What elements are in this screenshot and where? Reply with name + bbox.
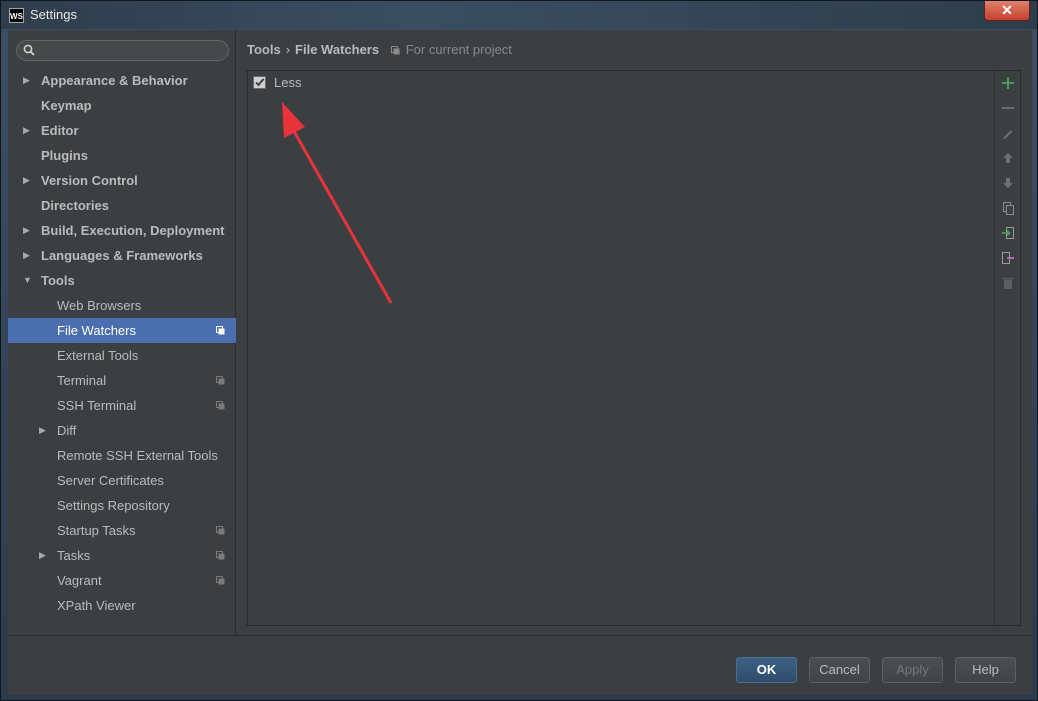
search-icon — [23, 44, 35, 56]
window-close-button[interactable]: ✕ — [984, 1, 1030, 21]
tree-item-startup-tasks[interactable]: Startup Tasks — [8, 518, 236, 543]
breadcrumb-file-watchers: File Watchers — [295, 42, 380, 57]
collapsed-arrow-icon[interactable]: ▶ — [23, 243, 33, 268]
tree-item-label: Terminal — [57, 373, 107, 388]
remove-icon[interactable] — [1000, 100, 1016, 116]
tree-item-label: Tasks — [57, 548, 91, 563]
collapsed-arrow-icon[interactable]: ▶ — [23, 218, 33, 243]
tree-item-editor[interactable]: ▶ Editor — [8, 118, 236, 143]
expanded-arrow-icon[interactable]: ▼ — [23, 268, 33, 293]
settings-search-input[interactable] — [16, 40, 229, 61]
add-icon[interactable] — [1000, 75, 1016, 91]
collapsed-arrow-icon[interactable]: ▶ — [39, 418, 49, 443]
move-up-icon[interactable] — [1000, 150, 1016, 166]
tree-item-label: Directories — [41, 198, 109, 213]
copy-icon[interactable] — [1000, 200, 1016, 216]
settings-window: WS Settings ✕ ▶ Appearance & Behavior Keym… — [0, 0, 1038, 701]
tree-item-label: Vagrant — [57, 573, 102, 588]
import-icon[interactable] — [1000, 225, 1016, 241]
project-level-icon — [216, 551, 225, 560]
tree-item-appearance-behavior[interactable]: ▶ Appearance & Behavior — [8, 68, 236, 93]
ok-button[interactable]: OK — [736, 657, 797, 683]
edit-icon[interactable] — [1000, 125, 1016, 141]
settings-sidebar: ▶ Appearance & Behavior Keymap ▶ Editor Plugi… — [8, 30, 236, 635]
tree-item-tasks[interactable]: ▶ Tasks — [8, 543, 236, 568]
tree-item-label: Remote SSH External Tools — [57, 448, 218, 463]
tree-item-label: Languages & Frameworks — [41, 248, 203, 263]
collapsed-arrow-icon[interactable]: ▶ — [39, 543, 49, 568]
project-level-icon — [216, 401, 225, 410]
tree-item-label: Tools — [41, 273, 75, 288]
title-bar[interactable]: WS Settings ✕ — [1, 1, 1037, 29]
watcher-name: Less — [274, 75, 302, 90]
project-level-icon — [216, 376, 225, 385]
collapsed-arrow-icon[interactable]: ▶ — [23, 168, 33, 193]
tree-item-label: XPath Viewer — [57, 598, 136, 613]
cancel-button[interactable]: Cancel — [809, 657, 870, 683]
tree-item-tools[interactable]: ▼ Tools — [8, 268, 236, 293]
tree-item-external-tools[interactable]: External Tools — [8, 343, 236, 368]
collapsed-arrow-icon[interactable]: ▶ — [23, 68, 33, 93]
export-icon[interactable] — [1000, 250, 1016, 266]
tree-item-server-certificates[interactable]: Server Certificates — [8, 468, 236, 493]
tree-item-plugins[interactable]: Plugins — [8, 143, 236, 168]
project-level-icon — [216, 526, 225, 535]
tree-item-settings-repository[interactable]: Settings Repository — [8, 493, 236, 518]
project-level-icon — [216, 576, 225, 585]
tree-item-label: Startup Tasks — [57, 523, 136, 538]
settings-tree: ▶ Appearance & Behavior Keymap ▶ Editor Plugi… — [8, 68, 236, 618]
tree-item-label: File Watchers — [57, 323, 136, 338]
watcher-enabled-checkbox[interactable] — [253, 76, 266, 89]
tree-item-directories[interactable]: Directories — [8, 193, 236, 218]
breadcrumb-tools: Tools — [247, 42, 281, 57]
apply-button[interactable]: Apply — [882, 657, 943, 683]
help-button[interactable]: Help — [955, 657, 1016, 683]
tree-item-build-execution-deployment[interactable]: ▶ Build, Execution, Deployment — [8, 218, 236, 243]
tree-item-terminal[interactable]: Terminal — [8, 368, 236, 393]
project-level-icon — [216, 326, 225, 335]
tree-item-label: Editor — [41, 123, 79, 138]
tree-item-keymap[interactable]: Keymap — [8, 93, 236, 118]
dialog-footer: OK Cancel Apply Help — [8, 635, 1032, 695]
file-watchers-panel: Less — [247, 70, 1021, 626]
breadcrumb: Tools › File Watchers For current project — [247, 42, 512, 60]
trash-icon[interactable] — [1000, 275, 1016, 291]
tree-item-label: Web Browsers — [57, 298, 142, 313]
tree-item-vagrant[interactable]: Vagrant — [8, 568, 236, 593]
collapsed-arrow-icon[interactable]: ▶ — [23, 118, 33, 143]
tree-item-label: Build, Execution, Deployment — [41, 223, 225, 238]
tree-item-version-control[interactable]: ▶ Version Control — [8, 168, 236, 193]
tree-item-ssh-terminal[interactable]: SSH Terminal — [8, 393, 236, 418]
project-scope-icon — [390, 46, 400, 55]
tree-item-label: Settings Repository — [57, 498, 170, 513]
tree-item-web-browsers[interactable]: Web Browsers — [8, 293, 236, 318]
settings-dialog-body: ▶ Appearance & Behavior Keymap ▶ Editor Plugi… — [8, 30, 1032, 695]
checkmark-icon — [255, 78, 265, 87]
tree-item-label: Version Control — [41, 173, 138, 188]
tree-item-label: SSH Terminal — [57, 398, 137, 413]
breadcrumb-separator: › — [285, 42, 291, 57]
tree-item-languages-frameworks[interactable]: ▶ Languages & Frameworks — [8, 243, 236, 268]
webstorm-app-icon: WS — [9, 8, 24, 23]
project-scope-label: For current project — [405, 42, 512, 57]
tree-item-label: External Tools — [57, 348, 139, 363]
move-down-icon[interactable] — [1000, 175, 1016, 191]
window-title: Settings — [30, 7, 77, 22]
tree-item-label: Plugins — [41, 148, 88, 163]
tree-item-file-watchers[interactable]: File Watchers — [8, 318, 236, 343]
tree-item-label: Appearance & Behavior — [41, 73, 188, 88]
tree-item-label: Diff — [57, 423, 77, 438]
tree-item-label: Keymap — [41, 98, 92, 113]
file-watchers-list[interactable]: Less — [248, 71, 994, 625]
tree-item-label: Server Certificates — [57, 473, 164, 488]
tree-item-diff[interactable]: ▶ Diff — [8, 418, 236, 443]
file-watchers-toolbar — [994, 71, 1020, 625]
tree-item-remote-ssh-external-tools[interactable]: Remote SSH External Tools — [8, 443, 236, 468]
tree-item-xpath-viewer[interactable]: XPath Viewer — [8, 593, 236, 618]
